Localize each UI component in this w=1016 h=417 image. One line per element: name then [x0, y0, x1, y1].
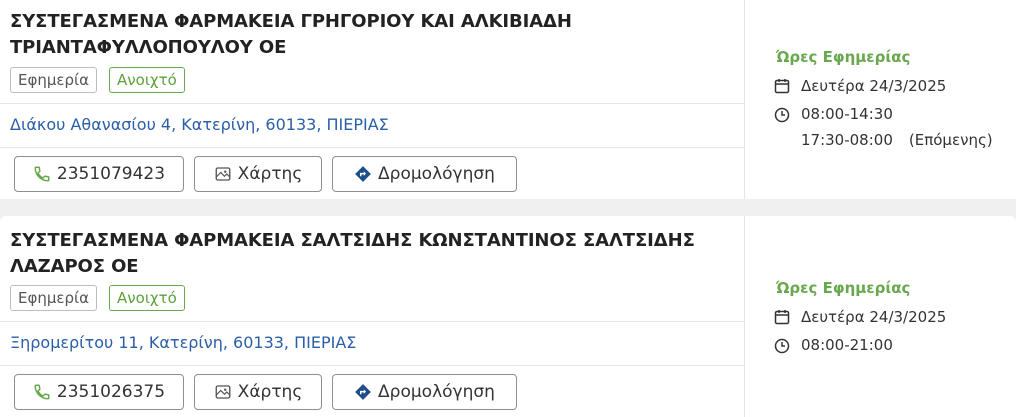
pharmacy-title: ΣΥΣΤΕΓΑΣΜΕΝΑ ΦΑΡΜΑΚΕΙΑ ΓΡΗΓΟΡΙΟΥ ΚΑΙ ΑΛΚ…	[10, 9, 700, 61]
directions-icon	[354, 165, 372, 183]
duty-hours-title: Ώρες Εφημερίας	[776, 279, 911, 297]
duty-date-row: Δευτέρα 24/3/2025	[774, 77, 946, 95]
divider	[0, 365, 745, 366]
duty-time-1: 08:00-14:30	[801, 105, 893, 123]
pharmacy-main: ΣΥΣΤΕΓΑΣΜΕΝΑ ΦΑΡΜΑΚΕΙΑ ΣΑΛΤΣΙΔΗΣ ΚΩΝΣΤΑΝ…	[0, 216, 745, 417]
duty-times: 08:00-14:30 17:30-08:00 (Επόμενης)	[801, 101, 993, 153]
duty-time-2: 17:30-08:00	[801, 131, 893, 149]
divider	[0, 147, 745, 148]
duty-times: 08:00-21:00	[801, 332, 893, 358]
phone-number: 2351079423	[56, 164, 166, 184]
pharmacy-title-line1: ΣΥΣΤΕΓΑΣΜΕΝΑ ΦΑΡΜΑΚΕΙΑ ΓΡΗΓΟΡΙΟΥ ΚΑΙ ΑΛΚ…	[10, 11, 572, 32]
open-badge: Ανοιχτό	[109, 67, 185, 93]
pharmacy-card: ΣΥΣΤΕΓΑΣΜΕΝΑ ΦΑΡΜΑΚΕΙΑ ΣΑΛΤΣΙΔΗΣ ΚΩΝΣΤΑΝ…	[0, 216, 1016, 417]
duty-time-2-line: 17:30-08:00 (Επόμενης)	[801, 127, 993, 153]
route-label: Δρομολόγηση	[378, 382, 495, 402]
pharmacy-title-line2: ΛΑΖΑΡΟΣ ΟΕ	[10, 256, 139, 277]
clock-icon	[774, 106, 792, 123]
duty-badge: Εφημερία	[10, 67, 98, 93]
address-link[interactable]: Ξηρομερίτου 11, Κατερίνη, 60133, ΠΙΕΡΙΑΣ	[10, 333, 356, 352]
open-badge: Ανοιχτό	[109, 285, 185, 311]
pharmacy-title: ΣΥΣΤΕΓΑΣΜΕΝΑ ΦΑΡΜΑΚΕΙΑ ΣΑΛΤΣΙΔΗΣ ΚΩΝΣΤΑΝ…	[10, 228, 700, 280]
duty-hours-panel: Ώρες Εφημερίας Δευτέρα 24/3/2025 08:00-1…	[745, 0, 1016, 199]
duty-time-row: 08:00-14:30 17:30-08:00 (Επόμενης)	[774, 105, 993, 153]
calendar-icon	[774, 308, 792, 325]
map-button[interactable]: Χάρτης	[194, 374, 322, 410]
duty-hours-panel: Ώρες Εφημερίας Δευτέρα 24/3/2025 08:00-2…	[745, 216, 1016, 417]
duty-time-1: 08:00-21:00	[801, 336, 893, 354]
call-button[interactable]: 2351079423	[14, 156, 184, 192]
map-label: Χάρτης	[237, 164, 303, 184]
action-buttons: 2351026375 Χάρτης Δρομολόγηση	[14, 374, 517, 410]
duty-date: Δευτέρα 24/3/2025	[801, 77, 947, 95]
clock-icon	[774, 337, 792, 354]
next-day-note: (Επόμενης)	[908, 131, 993, 149]
duty-date: Δευτέρα 24/3/2025	[801, 308, 947, 326]
duty-badge: Εφημερία	[10, 285, 98, 311]
address-link[interactable]: Διάκου Αθανασίου 4, Κατερίνη, 60133, ΠΙΕ…	[10, 115, 389, 134]
route-label: Δρομολόγηση	[378, 164, 495, 184]
map-label: Χάρτης	[237, 382, 303, 402]
calendar-icon	[774, 77, 792, 94]
status-badges: Εφημερία Ανοιχτό	[10, 67, 185, 93]
pharmacy-main: ΣΥΣΤΕΓΑΣΜΕΝΑ ΦΑΡΜΑΚΕΙΑ ΓΡΗΓΟΡΙΟΥ ΚΑΙ ΑΛΚ…	[0, 0, 745, 199]
pharmacy-title-line2: ΤΡΙΑΝΤΑΦΥΛΛΟΠΟΥΛΟΥ ΟΕ	[10, 37, 287, 58]
phone-number: 2351026375	[56, 382, 166, 402]
divider	[0, 321, 745, 322]
phone-icon	[33, 383, 51, 401]
route-button[interactable]: Δρομολόγηση	[332, 156, 517, 192]
status-badges: Εφημερία Ανοιχτό	[10, 285, 185, 311]
phone-icon	[33, 165, 51, 183]
map-icon	[214, 383, 232, 401]
duty-time-row: 08:00-21:00	[774, 336, 893, 358]
call-button[interactable]: 2351026375	[14, 374, 184, 410]
divider	[0, 103, 745, 104]
route-button[interactable]: Δρομολόγηση	[332, 374, 517, 410]
directions-icon	[354, 383, 372, 401]
pharmacy-title-line1: ΣΥΣΤΕΓΑΣΜΕΝΑ ΦΑΡΜΑΚΕΙΑ ΣΑΛΤΣΙΔΗΣ ΚΩΝΣΤΑΝ…	[10, 230, 695, 251]
pharmacy-card: ΣΥΣΤΕΓΑΣΜΕΝΑ ΦΑΡΜΑΚΕΙΑ ΓΡΗΓΟΡΙΟΥ ΚΑΙ ΑΛΚ…	[0, 0, 1016, 199]
map-button[interactable]: Χάρτης	[194, 156, 322, 192]
map-icon	[214, 165, 232, 183]
action-buttons: 2351079423 Χάρτης Δρομολόγηση	[14, 156, 517, 192]
duty-date-row: Δευτέρα 24/3/2025	[774, 308, 946, 326]
duty-hours-title: Ώρες Εφημερίας	[776, 48, 911, 66]
